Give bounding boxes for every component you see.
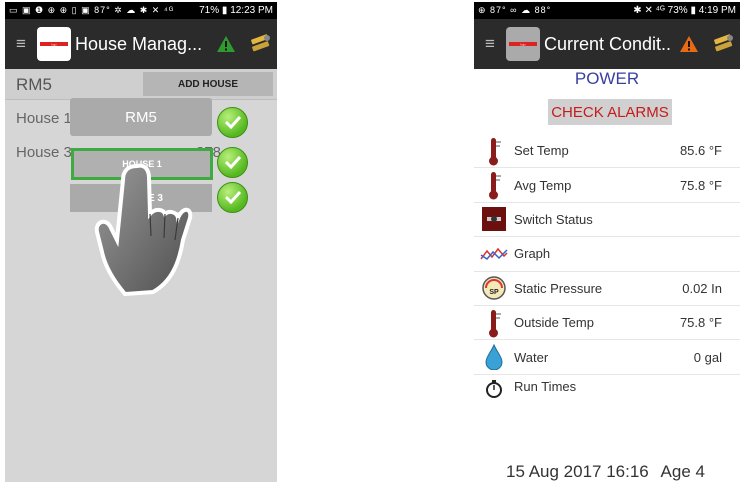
thermometer-icon bbox=[474, 136, 514, 166]
row-run-times[interactable]: Run Times bbox=[474, 375, 740, 412]
tools-icon[interactable] bbox=[243, 33, 277, 55]
row-graph[interactable]: Graph bbox=[474, 237, 740, 272]
check-alarms-button[interactable]: CHECK ALARMS bbox=[548, 99, 672, 125]
row-label: Graph bbox=[514, 246, 551, 262]
row-static-pressure[interactable]: SP Static Pressure 0.02 In bbox=[474, 272, 740, 306]
row-label: Set Temp bbox=[514, 143, 569, 159]
row-value: 0.02 In bbox=[682, 280, 722, 296]
app-logo: logo bbox=[506, 27, 540, 61]
house-row-1[interactable]: House 1 3 bbox=[16, 110, 212, 127]
thermometer-icon bbox=[474, 170, 514, 200]
room-label: RM5 bbox=[16, 75, 52, 94]
status-bar: ▭ ▣ ❶ ⊕ ⊕ ▯ ▣ 87° ✲ ☁ ✱ ✕ ⁴ᴳ 71% ▮ 12:23… bbox=[5, 2, 277, 19]
status-bar: ⊕ 87° ∞ ☁ 88° ✱ ✕ ⁴ᴳ 73% ▮ 4:19 PM bbox=[474, 2, 740, 19]
thermometer-icon bbox=[474, 308, 514, 338]
conditions-list: Set Temp 85.6 °F Avg Temp 75.8 °F Switch… bbox=[474, 134, 740, 412]
current-conditions-screen: ⊕ 87° ∞ ☁ 88° ✱ ✕ ⁴ᴳ 73% ▮ 4:19 PM ≡ log… bbox=[474, 2, 740, 482]
row-switch-status[interactable]: Switch Status bbox=[474, 203, 740, 238]
green-warning-icon[interactable] bbox=[209, 35, 243, 53]
row-value: 85.6 °F bbox=[679, 143, 722, 159]
graph-icon bbox=[474, 245, 514, 263]
pointing-hand-icon bbox=[94, 163, 193, 297]
row-label: Outside Temp bbox=[514, 315, 594, 331]
signal-icon: ✱ ✕ ⁴ᴳ bbox=[633, 5, 665, 16]
app-toolbar: ≡ logo House Manag... bbox=[5, 19, 277, 69]
row-label: Switch Status bbox=[514, 211, 593, 227]
water-drop-icon bbox=[474, 344, 514, 371]
check-icon[interactable] bbox=[217, 182, 248, 213]
row-label: Water bbox=[514, 349, 549, 365]
add-house-button[interactable]: ADD HOUSE bbox=[143, 72, 273, 96]
battery-icon: ▮ bbox=[690, 5, 696, 16]
row-water[interactable]: Water 0 gal bbox=[474, 340, 740, 375]
row-outside-temp[interactable]: Outside Temp 75.8 °F bbox=[474, 306, 740, 341]
section-title: POWER bbox=[574, 69, 640, 88]
status-icons: ▭ ▣ ❶ ⊕ ⊕ ▯ ▣ 87° ✲ ☁ ✱ ✕ ⁴ᴳ bbox=[9, 5, 175, 15]
menu-icon[interactable]: ≡ bbox=[474, 34, 506, 54]
popup-title: RM5 bbox=[70, 98, 212, 136]
row-label: Static Pressure bbox=[514, 280, 603, 296]
check-icon[interactable] bbox=[217, 147, 248, 178]
check-icon[interactable] bbox=[217, 107, 248, 138]
battery-level: 73% bbox=[667, 5, 688, 16]
orange-warning-icon[interactable] bbox=[672, 35, 706, 53]
data-age: Age 4 bbox=[660, 462, 705, 481]
svg-text:logo: logo bbox=[520, 42, 526, 46]
status-icons: ⊕ 87° ∞ ☁ 88° bbox=[478, 5, 552, 15]
battery-level: 71% bbox=[199, 5, 220, 16]
house-manager-screen: ▭ ▣ ❶ ⊕ ⊕ ▯ ▣ 87° ✲ ☁ ✱ ✕ ⁴ᴳ 71% ▮ 12:23… bbox=[5, 2, 277, 482]
row-set-temp[interactable]: Set Temp 85.6 °F bbox=[474, 134, 740, 169]
house-row-2[interactable]: House 3 378 bbox=[16, 144, 221, 161]
svg-text:SP: SP bbox=[489, 289, 499, 296]
battery-icon: ▮ bbox=[221, 5, 228, 16]
row-value: 75.8 °F bbox=[679, 177, 722, 193]
switch-icon bbox=[474, 206, 514, 232]
page-title: Current Condit... bbox=[544, 33, 672, 54]
row-value: 75.8 °F bbox=[679, 315, 722, 331]
app-toolbar: ≡ logo Current Condit... bbox=[474, 19, 740, 69]
row-label: Run Times bbox=[514, 378, 577, 394]
page-title: House Manag... bbox=[75, 33, 203, 54]
menu-icon[interactable]: ≡ bbox=[5, 34, 37, 54]
house-label: House 3 bbox=[16, 144, 72, 161]
house-label: House 1 bbox=[16, 110, 72, 127]
svg-text:logo: logo bbox=[51, 42, 57, 46]
app-logo: logo bbox=[37, 27, 71, 61]
tools-icon[interactable] bbox=[706, 33, 740, 55]
stopwatch-icon bbox=[474, 379, 514, 399]
row-value: 0 gal bbox=[693, 349, 722, 365]
footer-status: 15 Aug 2017 16:16 Age 4 bbox=[506, 462, 713, 482]
row-avg-temp[interactable]: Avg Temp 75.8 °F bbox=[474, 168, 740, 203]
last-update-timestamp: 15 Aug 2017 16:16 bbox=[506, 462, 649, 481]
clock: 4:19 PM bbox=[698, 5, 736, 16]
clock: 12:23 PM bbox=[230, 5, 273, 16]
row-label: Avg Temp bbox=[514, 177, 572, 193]
pressure-gauge-icon: SP bbox=[474, 275, 514, 301]
